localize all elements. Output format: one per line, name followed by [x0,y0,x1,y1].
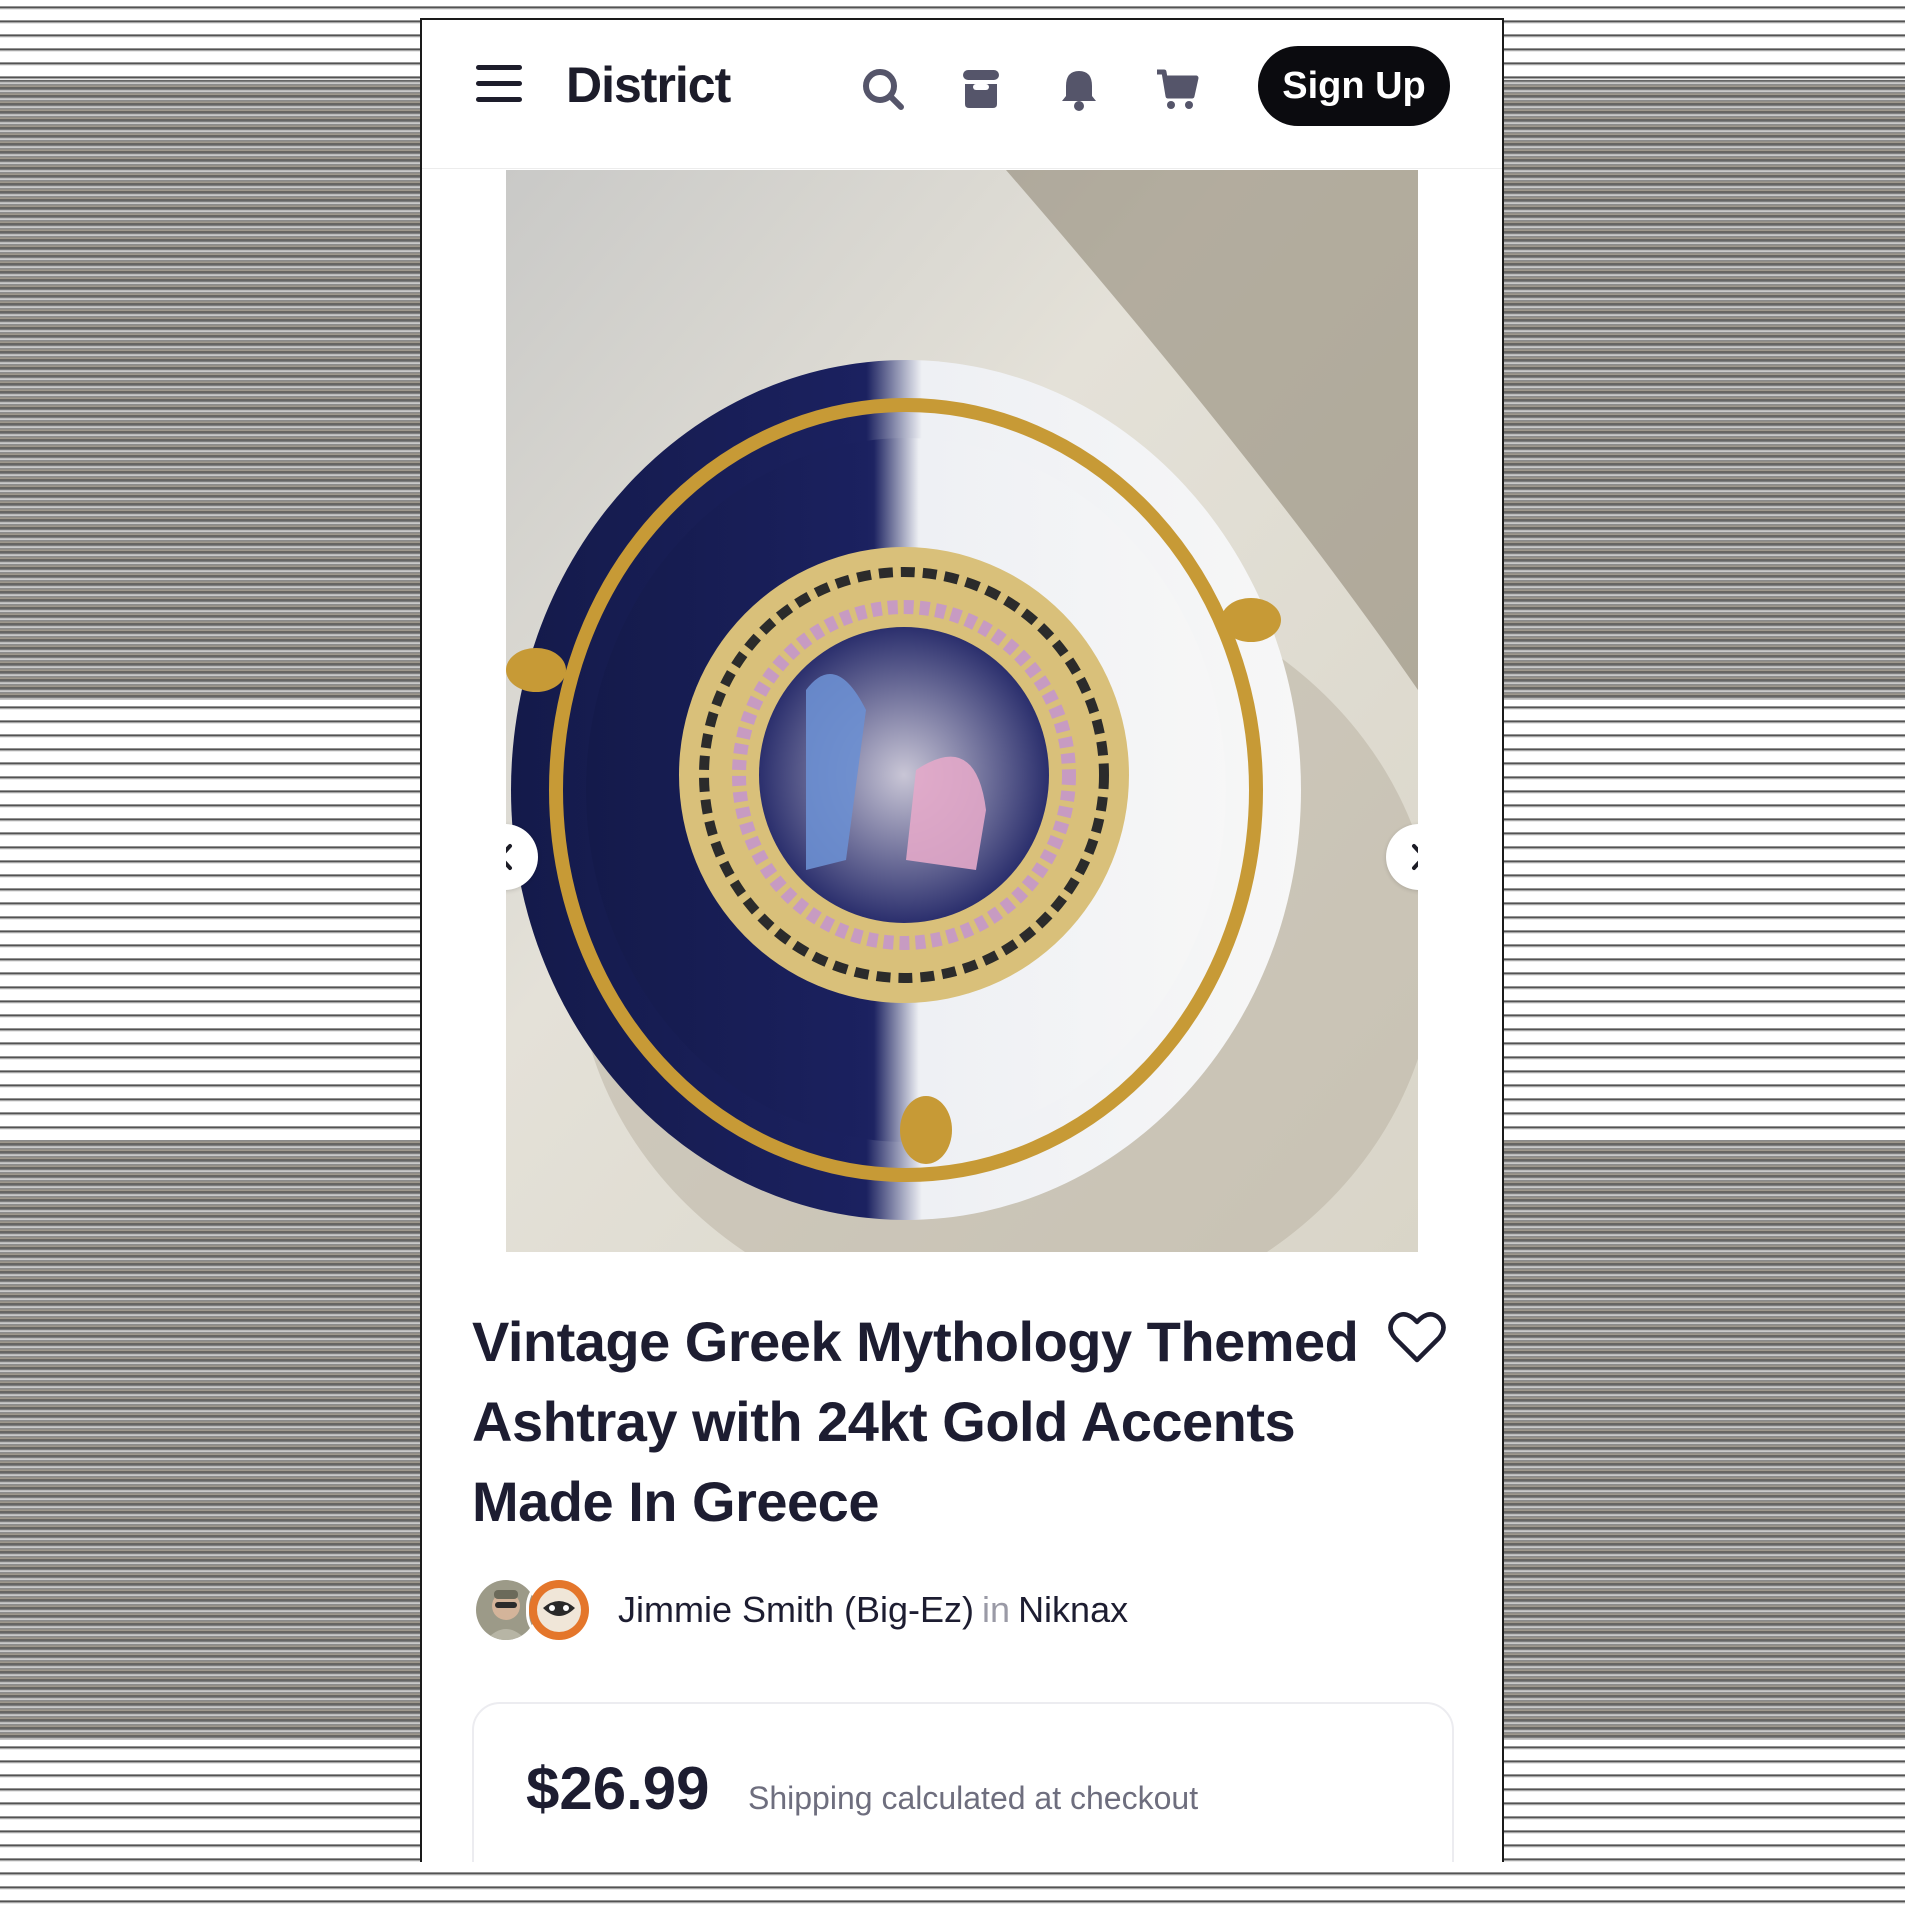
search-icon[interactable] [860,66,906,112]
shop-name-link[interactable]: Niknax [1018,1589,1128,1630]
cart-icon[interactable] [1154,66,1200,112]
shop-avatar[interactable] [526,1577,592,1643]
product-image-carousel[interactable] [506,170,1418,1252]
menu-icon[interactable] [476,65,522,103]
product-title: Vintage Greek Mythology Themed Ashtray w… [472,1310,1359,1533]
seller-name-link[interactable]: Jimmie Smith (Big-Ez) [618,1589,974,1630]
favorite-heart-icon[interactable] [1388,1310,1446,1364]
sign-up-button[interactable]: Sign Up [1258,46,1450,126]
chevron-right-icon [1412,844,1418,870]
price-card: $26.99 Shipping calculated at checkout [472,1702,1454,1862]
seller-info: Jimmie Smith (Big-Ez) in Niknax [476,1577,1128,1643]
chevron-left-icon [506,844,512,870]
shop-icon[interactable] [958,66,1004,112]
mobile-page: District Sign Up Vintage Greek Mythology… [420,18,1504,1862]
product-price: $26.99 [526,1755,710,1822]
bell-icon[interactable] [1056,66,1102,112]
top-navigation-bar: District Sign Up [422,20,1502,169]
shipping-note: Shipping calculated at checkout [748,1780,1199,1816]
in-word: in [982,1589,1011,1630]
product-photo [506,170,1418,1252]
seller-line: Jimmie Smith (Big-Ez) in Niknax [618,1589,1128,1631]
brand-logo[interactable]: District [566,56,731,114]
